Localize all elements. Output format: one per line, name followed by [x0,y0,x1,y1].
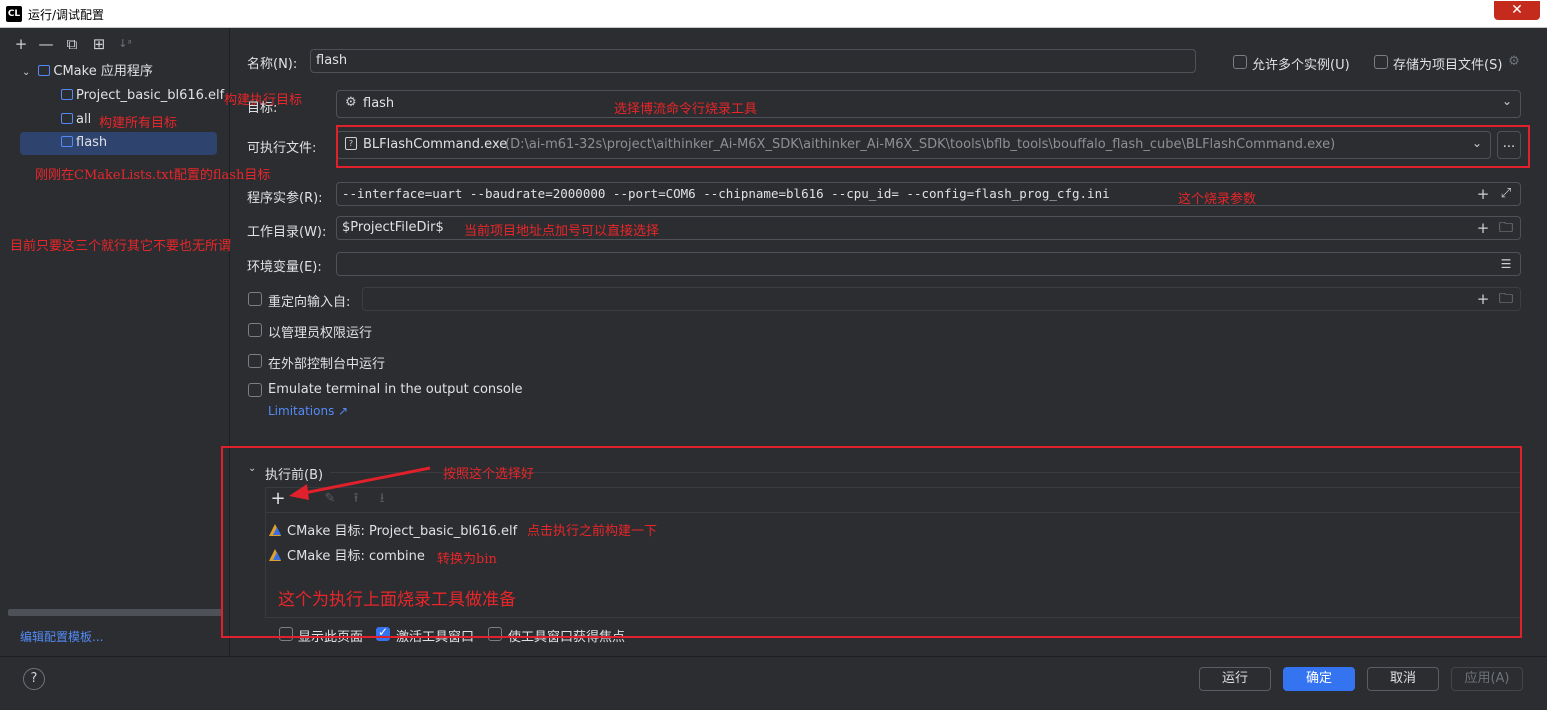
clion-app-icon: CL [6,6,22,22]
annotation-box-executable [336,125,1530,168]
run-button[interactable]: 运行 [1199,667,1271,691]
add-macro-icon[interactable]: + [1474,219,1492,237]
name-value: flash [316,53,348,68]
annotation-build-all: 构建所有目标 [99,116,178,131]
name-input[interactable]: flash [310,49,1196,73]
annotation-project-path: 当前项目地址点加号可以直接选择 [464,224,660,239]
gear-icon[interactable]: ⚙ [1505,53,1523,71]
tree-item-flash-selected[interactable] [20,132,217,155]
target-select[interactable]: ⚙ flash ⌄ [336,90,1521,118]
tree-item-label: flash [76,135,108,150]
cmake-app-icon [38,65,51,76]
add-macro-icon[interactable]: + [1474,185,1492,203]
redirect-input-field[interactable] [362,287,1521,311]
window-title: 运行/调试配置 [28,8,105,22]
redirect-input-label: 重定向输入自: [268,295,351,310]
program-args-value: --interface=uart --baudrate=2000000 --po… [342,186,1110,201]
expand-icon[interactable]: ⤢ [1497,185,1515,203]
env-vars-label: 环境变量(E): [247,260,322,275]
annotation-flash-cmakelists: 刚刚在CMakeLists.txt配置的flash目标 [35,168,271,183]
annotation-box-before-launch [221,446,1522,638]
annotation-flash-params: 这个烧录参数 [1178,192,1257,207]
name-label: 名称(N): [247,57,298,72]
cancel-button[interactable]: 取消 [1367,667,1439,691]
folder-icon[interactable]: 🗀 [1497,219,1515,237]
tree-group-cmake[interactable]: ⌄ CMake 应用程序 [22,61,153,83]
tree-item-all[interactable]: all [61,109,91,131]
target-label: 目标: [247,101,278,116]
ok-button[interactable]: 确定 [1283,667,1355,691]
config-icon [61,113,73,124]
window-title-bar: CL 运行/调试配置 ✕ [0,0,1547,28]
tree-item-project-basic[interactable]: Project_basic_bl616.elf [61,85,224,107]
allow-multiple-label: 允许多个实例(U) [1252,58,1350,73]
gear-icon: ⚙ [345,95,357,110]
annotation-choose-tool: 选择博流命令行烧录工具 [614,102,758,117]
external-console-label: 在外部控制台中运行 [268,357,386,372]
apply-button[interactable]: 应用(A) [1451,667,1523,691]
sort-icon[interactable]: ↓ᵃ [116,35,134,53]
tree-item-flash[interactable]: flash [61,132,107,154]
new-folder-icon[interactable]: ⊞ [90,35,108,53]
emulate-terminal-label: Emulate terminal in the output console [268,382,523,397]
run-as-admin-label: 以管理员权限运行 [268,326,373,341]
working-dir-value: $ProjectFileDir$ [342,220,444,235]
allow-multiple-checkbox[interactable] [1233,55,1247,69]
annotation-only-three: 目前只要这三个就行其它不要也无所谓 [10,239,232,254]
help-icon[interactable]: ? [23,668,45,690]
tree-item-label: all [76,112,92,127]
chevron-down-icon[interactable]: ⌄ [22,67,30,78]
target-value: flash [363,96,395,111]
tree-item-label: Project_basic_bl616.elf [76,88,225,103]
store-as-project-label: 存储为项目文件(S) [1393,58,1503,73]
folder-icon[interactable]: 🗀 [1497,290,1515,308]
program-args-input[interactable]: --interface=uart --baudrate=2000000 --po… [336,182,1521,206]
horizontal-scrollbar[interactable] [8,609,223,616]
executable-label: 可执行文件: [247,141,317,156]
tree-group-label: CMake 应用程序 [53,64,153,79]
remove-config-icon[interactable]: — [37,35,55,53]
window-close-button[interactable]: ✕ [1494,1,1540,20]
limitations-link[interactable]: Limitations ↗ [268,404,348,418]
run-as-admin-checkbox[interactable] [248,323,262,337]
config-icon [61,136,73,147]
redirect-input-checkbox[interactable] [248,292,262,306]
edit-list-icon[interactable]: ☰ [1497,255,1515,273]
chevron-down-icon: ⌄ [1501,94,1512,108]
emulate-terminal-checkbox[interactable] [248,383,262,397]
env-vars-input[interactable] [336,252,1521,276]
store-as-project-checkbox[interactable] [1374,55,1388,69]
working-dir-label: 工作目录(W): [247,225,327,240]
add-config-icon[interactable]: + [12,35,30,53]
add-macro-icon[interactable]: + [1474,290,1492,308]
program-args-label: 程序实参(R): [247,191,323,206]
external-console-checkbox[interactable] [248,354,262,368]
edit-templates-link[interactable]: 编辑配置模板... [20,628,103,645]
copy-config-icon[interactable]: ⧉ [63,35,81,53]
config-icon [61,89,73,100]
